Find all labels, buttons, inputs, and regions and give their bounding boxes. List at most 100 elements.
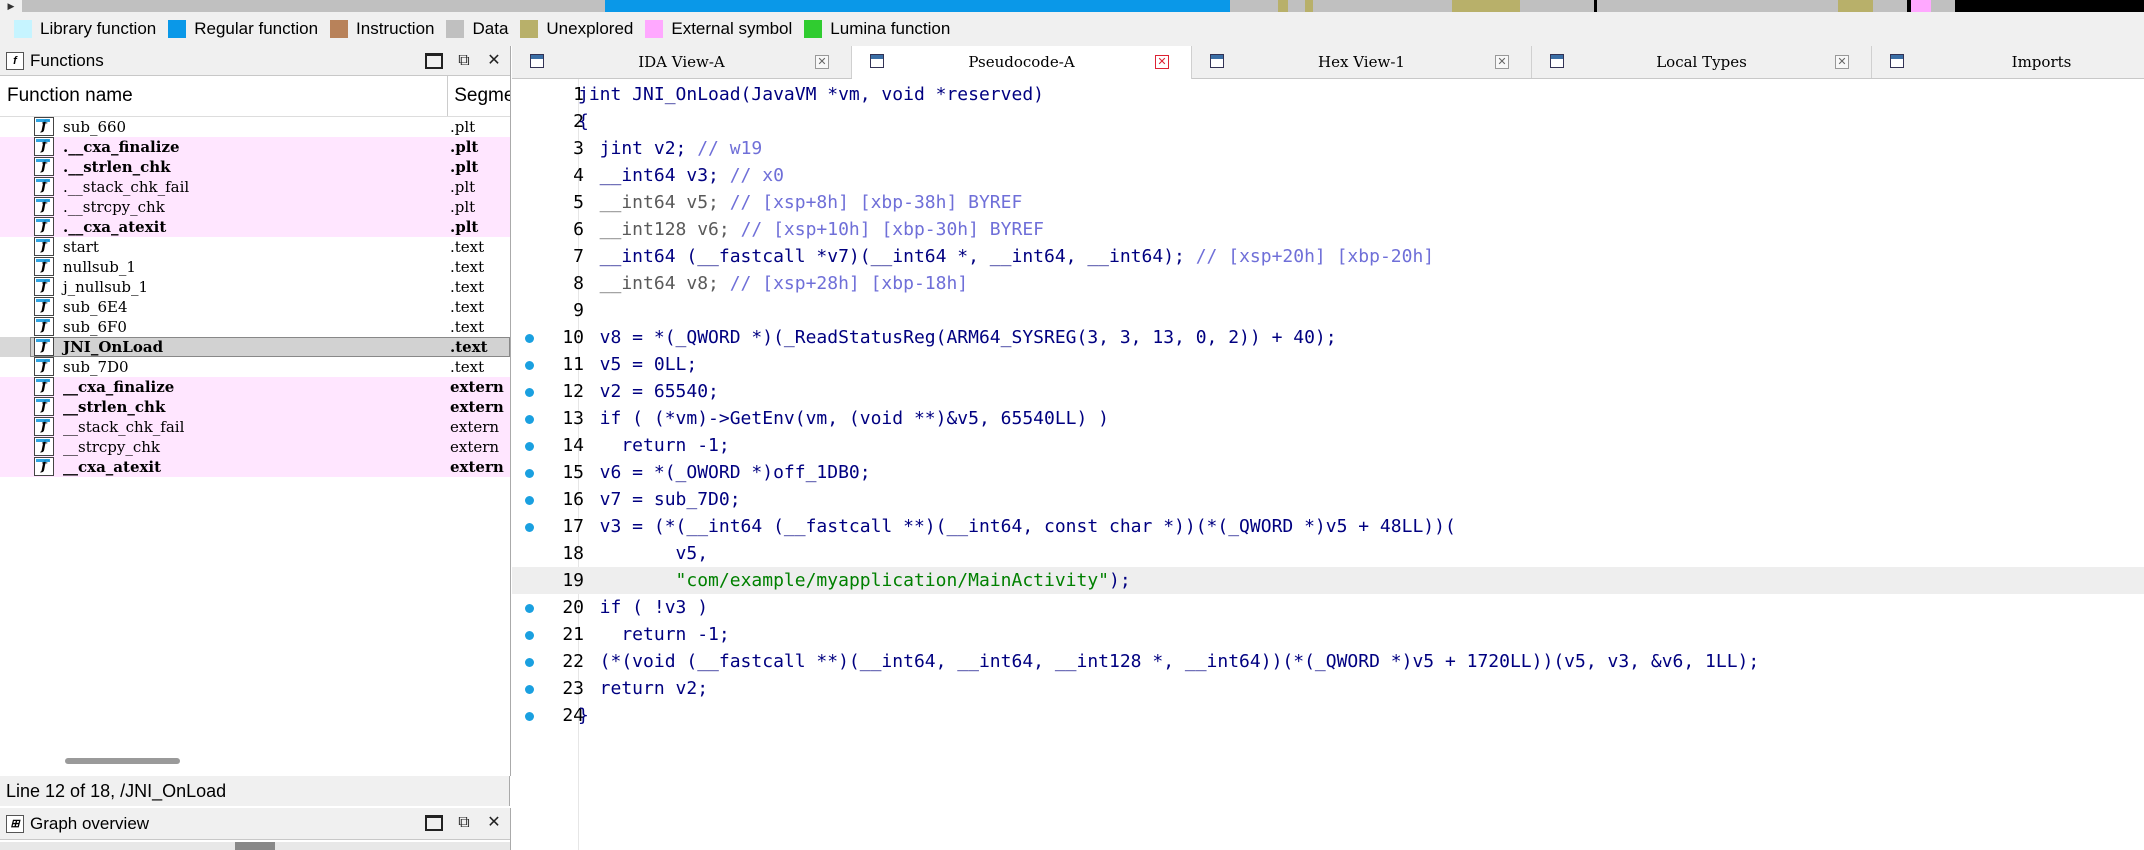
code-line[interactable]: 3 jint v2; // w19 bbox=[512, 135, 2144, 162]
code-line[interactable]: 23 return v2; bbox=[512, 675, 2144, 702]
function-row[interactable]: f sub_7D0 .text bbox=[0, 357, 510, 377]
tab-pseudocode-a[interactable]: Pseudocode-A ✕ bbox=[852, 46, 1192, 79]
line-number: 5 bbox=[573, 192, 584, 213]
function-row[interactable]: f .__strcpy_chk .plt bbox=[0, 197, 510, 217]
tab-ida-view-a[interactable]: IDA View-A ✕ bbox=[512, 46, 852, 78]
function-segment: .text bbox=[450, 278, 485, 296]
code-text: return v2; bbox=[578, 675, 708, 702]
code-text: if ( !v3 ) bbox=[578, 594, 708, 621]
function-name: .__cxa_finalize bbox=[63, 138, 180, 156]
legend-swatch bbox=[520, 20, 539, 38]
function-row[interactable]: f __strlen_chk extern bbox=[0, 397, 510, 417]
function-icon: f bbox=[34, 117, 54, 136]
function-row[interactable]: f __strcpy_chk extern bbox=[0, 437, 510, 457]
pseudocode-view[interactable]: 1 jint JNI_OnLoad(JavaVM *vm, void *reser… bbox=[512, 79, 2144, 850]
code-line[interactable]: 6 __int128 v6; // [xsp+10h] [xbp-30h] BY… bbox=[512, 216, 2144, 243]
function-row[interactable]: f __cxa_finalize extern bbox=[0, 377, 510, 397]
code-line[interactable]: 22 (*(void (__fastcall **)(__int64, __in… bbox=[512, 648, 2144, 675]
code-line[interactable]: 4 __int64 v3; // x0 bbox=[512, 162, 2144, 189]
line-number: 6 bbox=[573, 219, 584, 240]
code-line[interactable]: 24} bbox=[512, 702, 2144, 729]
graph-overview-canvas[interactable] bbox=[0, 842, 510, 850]
float-icon[interactable]: ⧉ bbox=[452, 812, 476, 834]
tab-close-icon[interactable]: ✕ bbox=[1155, 55, 1169, 69]
code-line[interactable]: 21 return -1; bbox=[512, 621, 2144, 648]
code-line[interactable]: 8 __int64 v8; // [xsp+28h] [xbp-18h] bbox=[512, 270, 2144, 297]
function-row[interactable]: f JNI_OnLoad .text bbox=[0, 337, 510, 357]
function-segment: extern bbox=[450, 438, 500, 456]
code-token: jint v2; bbox=[578, 138, 698, 159]
column-function-name[interactable]: Function name bbox=[0, 76, 449, 116]
status-line: Line 12 of 18, /JNI_OnLoad bbox=[0, 776, 510, 806]
function-row[interactable]: f start .text bbox=[0, 237, 510, 257]
legend-label: Lumina function bbox=[830, 19, 951, 38]
function-name: start bbox=[63, 238, 99, 256]
tab-close-icon[interactable]: ✕ bbox=[1495, 55, 1509, 69]
function-icon: f bbox=[34, 137, 54, 156]
close-icon[interactable]: ✕ bbox=[482, 50, 506, 72]
tab-close-icon[interactable]: ✕ bbox=[815, 55, 829, 69]
function-row[interactable]: f nullsub_1 .text bbox=[0, 257, 510, 277]
navigation-band[interactable]: ▶ bbox=[0, 0, 2144, 12]
code-token: v6 = *(_OWORD *)off_1DB0; bbox=[578, 462, 871, 483]
code-token: __int128 v6; bbox=[578, 219, 741, 240]
code-string: "com/example/myapplication/MainActivity" bbox=[675, 570, 1110, 591]
code-line[interactable]: 20 if ( !v3 ) bbox=[512, 594, 2144, 621]
float-icon[interactable]: ⧉ bbox=[452, 50, 476, 72]
function-row[interactable]: f __stack_chk_fail extern bbox=[0, 417, 510, 437]
function-row[interactable]: f .__strlen_chk .plt bbox=[0, 157, 510, 177]
function-row[interactable]: f .__cxa_atexit .plt bbox=[0, 217, 510, 237]
code-line[interactable]: 9 bbox=[512, 297, 2144, 324]
function-name: __strlen_chk bbox=[63, 398, 166, 416]
code-comment: // [xsp+20h] [xbp-20h] bbox=[1195, 246, 1435, 267]
code-comment: // x0 bbox=[729, 165, 784, 186]
code-line[interactable]: 18 v5, bbox=[512, 540, 2144, 567]
code-token: v5, bbox=[578, 543, 709, 564]
tab-hex-view-1[interactable]: Hex View-1 ✕ bbox=[1192, 46, 1532, 78]
function-icon: f bbox=[34, 417, 54, 436]
legend-item: Lumina function bbox=[804, 19, 950, 39]
tab-imports[interactable]: Imports bbox=[1872, 46, 2144, 78]
function-row[interactable]: f sub_6E4 .text bbox=[0, 297, 510, 317]
functions-table-header: Function name Segme bbox=[0, 76, 510, 117]
line-number: 23 bbox=[562, 678, 584, 699]
code-line[interactable]: 16 v7 = sub_7D0; bbox=[512, 486, 2144, 513]
code-text: jint v2; // w19 bbox=[578, 135, 763, 162]
line-number: 17 bbox=[562, 516, 584, 537]
legend-swatch bbox=[446, 20, 465, 38]
maximize-icon[interactable] bbox=[422, 50, 446, 72]
column-segment[interactable]: Segme bbox=[448, 85, 510, 107]
legend-label: Unexplored bbox=[546, 19, 634, 38]
maximize-icon[interactable] bbox=[422, 812, 446, 834]
horizontal-scrollbar[interactable] bbox=[65, 758, 180, 764]
legend-item: Regular function bbox=[168, 19, 318, 39]
code-line[interactable]: 1 jint JNI_OnLoad(JavaVM *vm, void *reser… bbox=[512, 81, 2144, 108]
function-segment: .text bbox=[450, 258, 485, 276]
function-row[interactable]: f .__stack_chk_fail .plt bbox=[0, 177, 510, 197]
code-line[interactable]: 5 __int64 v5; // [xsp+8h] [xbp-38h] BYRE… bbox=[512, 189, 2144, 216]
nav-arrow-icon[interactable]: ▶ bbox=[0, 0, 22, 12]
function-icon: f bbox=[34, 337, 54, 356]
tab-close-icon[interactable]: ✕ bbox=[1835, 55, 1849, 69]
code-line[interactable]: 17 v3 = (*(__int64 (__fastcall **)(__int… bbox=[512, 513, 2144, 540]
line-number: 19 bbox=[562, 570, 584, 591]
function-row[interactable]: f j_nullsub_1 .text bbox=[0, 277, 510, 297]
code-line[interactable]: 13 if ( (*vm)->GetEnv(vm, (void **)&v5, … bbox=[512, 405, 2144, 432]
function-row[interactable]: f __cxa_atexit extern bbox=[0, 457, 510, 477]
code-line[interactable]: 15 v6 = *(_OWORD *)off_1DB0; bbox=[512, 459, 2144, 486]
close-icon[interactable]: ✕ bbox=[482, 812, 506, 834]
code-line[interactable]: 12 v2 = 65540; bbox=[512, 378, 2144, 405]
code-text: return -1; bbox=[578, 432, 730, 459]
function-row[interactable]: f .__cxa_finalize .plt bbox=[0, 137, 510, 157]
code-line[interactable]: 2{ bbox=[512, 108, 2144, 135]
function-row[interactable]: f sub_6F0 .text bbox=[0, 317, 510, 337]
code-token: return -1; bbox=[578, 435, 730, 456]
code-line[interactable]: 10 v8 = *(_QWORD *)(_ReadStatusReg(ARM64… bbox=[512, 324, 2144, 351]
code-line[interactable]: 14 return -1; bbox=[512, 432, 2144, 459]
function-segment: .plt bbox=[450, 178, 476, 196]
function-row[interactable]: f sub_660 .plt bbox=[0, 117, 510, 137]
code-line[interactable]: 19 "com/example/myapplication/MainActivi… bbox=[512, 567, 2144, 594]
tab-local-types[interactable]: Local Types ✕ bbox=[1532, 46, 1872, 78]
code-line[interactable]: 7 __int64 (__fastcall *v7)(__int64 *, __… bbox=[512, 243, 2144, 270]
code-line[interactable]: 11 v5 = 0LL; bbox=[512, 351, 2144, 378]
